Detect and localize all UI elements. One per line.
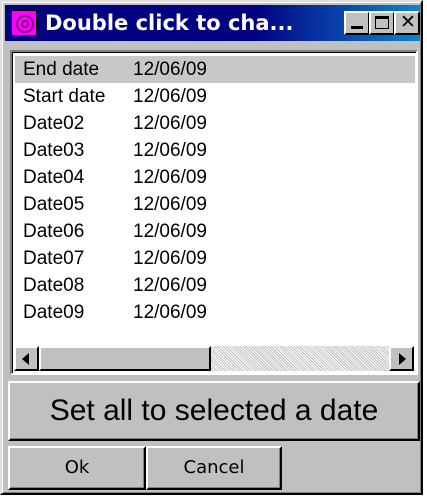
list-item[interactable]: Date02 12/06/09 (15, 110, 415, 137)
dialog-window: Double click to cha... ✕ End date 12/06/… (0, 0, 423, 495)
close-button[interactable]: ✕ (394, 11, 420, 35)
date-list-rows: End date 12/06/09 Start date 12/06/09 Da… (15, 56, 415, 326)
list-item[interactable]: Date07 12/06/09 (15, 245, 415, 272)
scroll-left-icon[interactable] (14, 346, 39, 371)
list-item-date: 12/06/09 (133, 194, 207, 215)
list-item-name: Date09 (23, 302, 85, 323)
set-all-button[interactable]: Set all to selected a date (8, 381, 420, 441)
list-item-name: Date04 (23, 167, 85, 188)
list-item-date: 12/06/09 (133, 86, 207, 107)
list-item[interactable]: Start date 12/06/09 (15, 83, 415, 110)
cancel-button[interactable]: Cancel (146, 446, 282, 490)
ok-button[interactable]: Ok (8, 446, 146, 490)
list-item-name: Start date (23, 86, 106, 107)
list-item-name: Date03 (23, 140, 85, 161)
list-item[interactable]: Date05 12/06/09 (15, 191, 415, 218)
list-item-date: 12/06/09 (133, 113, 207, 134)
list-item-name: Date02 (23, 113, 85, 134)
list-item[interactable]: Date03 12/06/09 (15, 137, 415, 164)
window-title: Double click to cha... (45, 11, 294, 35)
list-item[interactable]: Date09 12/06/09 (15, 299, 415, 326)
list-item[interactable]: Date06 12/06/09 (15, 218, 415, 245)
list-item-date: 12/06/09 (133, 140, 207, 161)
list-item-date: 12/06/09 (133, 167, 207, 188)
list-item-name: End date (23, 59, 100, 80)
list-item-date: 12/06/09 (133, 302, 207, 323)
scrollbar-thumb[interactable] (39, 346, 211, 371)
title-bar[interactable]: Double click to cha... ✕ (5, 5, 420, 41)
list-item-date: 12/06/09 (133, 59, 207, 80)
maximize-button[interactable] (369, 11, 395, 35)
list-item-name: Date05 (23, 194, 85, 215)
maximize-icon (375, 16, 389, 29)
list-item-name: Date06 (23, 221, 85, 242)
list-item[interactable]: End date 12/06/09 (15, 56, 415, 83)
list-item-name: Date07 (23, 248, 85, 269)
list-item[interactable]: Date04 12/06/09 (15, 164, 415, 191)
list-item-date: 12/06/09 (133, 221, 207, 242)
horizontal-scrollbar[interactable] (14, 346, 414, 371)
minimize-button[interactable] (344, 11, 370, 35)
list-item-name: Date08 (23, 275, 85, 296)
scroll-right-icon[interactable] (389, 346, 414, 371)
app-icon[interactable] (11, 10, 37, 36)
minimize-icon (351, 26, 363, 29)
list-item[interactable]: Date08 12/06/09 (15, 272, 415, 299)
list-item-date: 12/06/09 (133, 248, 207, 269)
close-icon: ✕ (400, 11, 416, 33)
date-list[interactable]: End date 12/06/09 Start date 12/06/09 Da… (10, 50, 418, 375)
list-item-date: 12/06/09 (133, 275, 207, 296)
